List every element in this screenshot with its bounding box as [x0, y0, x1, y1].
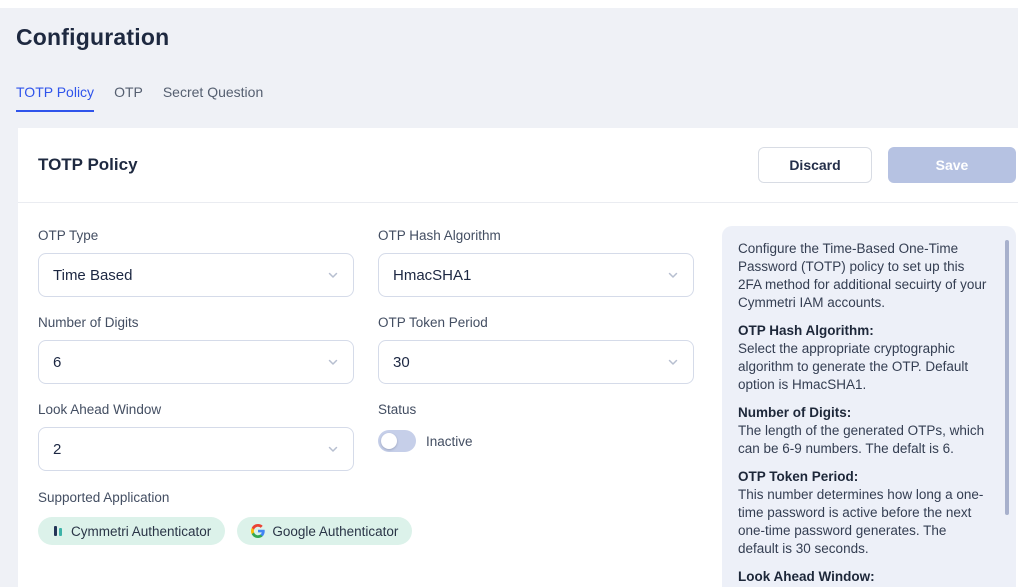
chevron-down-icon — [327, 443, 339, 455]
number-of-digits-value: 6 — [53, 354, 61, 371]
help-panel: Configure the Time-Based One-Time Passwo… — [722, 226, 1016, 587]
tab-secret-question[interactable]: Secret Question — [163, 84, 263, 112]
supported-application-label: Supported Application — [38, 490, 698, 505]
tab-bar: TOTP Policy OTP Secret Question — [16, 84, 263, 112]
help-section-heading: OTP Token Period: — [738, 468, 990, 486]
totp-policy-card: TOTP Policy Discard Save OTP Type Time B… — [18, 128, 1018, 587]
field-label: OTP Token Period — [378, 315, 694, 330]
help-section-body: This number determines how long a one-ti… — [738, 486, 990, 558]
look-ahead-window-value: 2 — [53, 441, 61, 458]
field-otp-type: OTP Type Time Based — [38, 228, 354, 297]
card-title: TOTP Policy — [38, 155, 758, 175]
save-button[interactable]: Save — [888, 147, 1016, 183]
field-look-ahead-window: Look Ahead Window 2 — [38, 402, 354, 471]
totp-policy-form: OTP Type Time Based OTP Hash Algorithm H… — [38, 203, 698, 545]
field-label: OTP Hash Algorithm — [378, 228, 694, 243]
otp-hash-algorithm-value: HmacSHA1 — [393, 267, 471, 284]
help-section-otp-hash-algorithm: OTP Hash Algorithm: Select the appropria… — [738, 322, 990, 394]
help-panel-scrollbar[interactable] — [1005, 240, 1009, 515]
field-label: Look Ahead Window — [38, 402, 354, 417]
field-label: Number of Digits — [38, 315, 354, 330]
look-ahead-window-select[interactable]: 2 — [38, 427, 354, 471]
chip-label: Google Authenticator — [272, 524, 398, 539]
otp-token-period-value: 30 — [393, 354, 410, 371]
chip-google-authenticator[interactable]: Google Authenticator — [237, 517, 412, 545]
chevron-down-icon — [327, 269, 339, 281]
help-section-heading: Look Ahead Window: — [738, 568, 990, 586]
otp-type-value: Time Based — [53, 267, 132, 284]
chip-cymmetri-authenticator[interactable]: Cymmetri Authenticator — [38, 517, 225, 545]
page-title: Configuration — [16, 24, 169, 51]
field-otp-token-period: OTP Token Period 30 — [378, 315, 694, 384]
tab-otp[interactable]: OTP — [114, 84, 143, 112]
status-state-label: Inactive — [426, 434, 473, 449]
discard-button[interactable]: Discard — [758, 147, 872, 183]
field-number-of-digits: Number of Digits 6 — [38, 315, 354, 384]
field-otp-hash-algorithm: OTP Hash Algorithm HmacSHA1 — [378, 228, 694, 297]
configuration-page: Configuration TOTP Policy OTP Secret Que… — [0, 8, 1018, 587]
chip-label: Cymmetri Authenticator — [71, 524, 211, 539]
help-section-body: The length of the generated OTPs, which … — [738, 422, 990, 458]
number-of-digits-select[interactable]: 6 — [38, 340, 354, 384]
help-section-look-ahead-window: Look Ahead Window: The Look Ahead Window… — [738, 568, 990, 587]
help-section-heading: Number of Digits: — [738, 404, 990, 422]
card-header: TOTP Policy Discard Save — [18, 128, 1018, 203]
help-section-otp-token-period: OTP Token Period: This number determines… — [738, 468, 990, 558]
toggle-knob — [381, 433, 397, 449]
cymmetri-logo-icon — [52, 525, 64, 537]
help-section-heading: OTP Hash Algorithm: — [738, 322, 990, 340]
help-section-body: Select the appropriate cryptographic alg… — [738, 340, 990, 394]
help-intro: Configure the Time-Based One-Time Passwo… — [738, 240, 990, 312]
otp-hash-algorithm-select[interactable]: HmacSHA1 — [378, 253, 694, 297]
field-status: Status Inactive — [378, 402, 694, 471]
otp-type-select[interactable]: Time Based — [38, 253, 354, 297]
supported-application-section: Supported Application Cymmetri Authentic… — [38, 490, 698, 545]
status-toggle[interactable] — [378, 430, 416, 452]
chevron-down-icon — [327, 356, 339, 368]
field-label: OTP Type — [38, 228, 354, 243]
field-label: Status — [378, 402, 694, 417]
otp-token-period-select[interactable]: 30 — [378, 340, 694, 384]
tab-totp-policy[interactable]: TOTP Policy — [16, 84, 94, 112]
chevron-down-icon — [667, 269, 679, 281]
chevron-down-icon — [667, 356, 679, 368]
google-logo-icon — [251, 524, 265, 538]
help-section-number-of-digits: Number of Digits: The length of the gene… — [738, 404, 990, 458]
